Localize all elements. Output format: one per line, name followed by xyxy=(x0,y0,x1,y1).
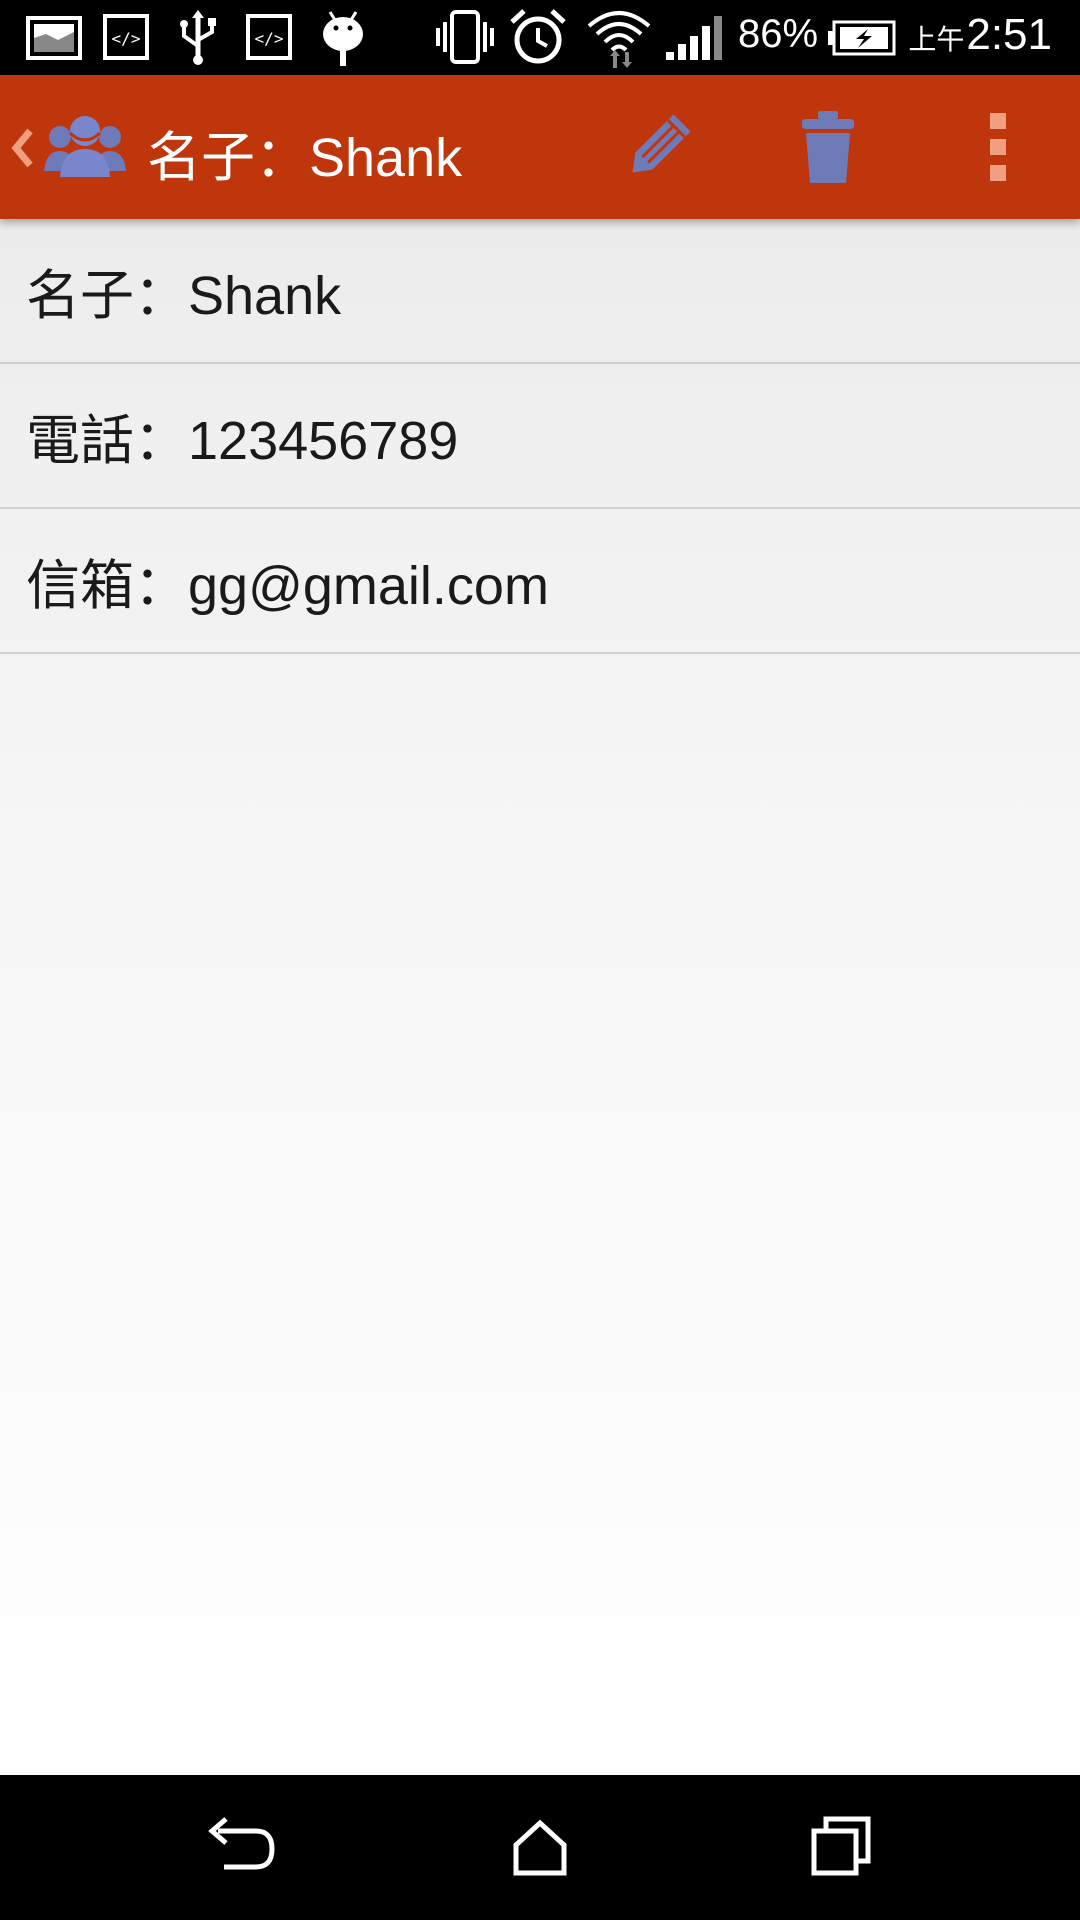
battery-charging-icon xyxy=(828,20,896,56)
clock: 上午2:51 xyxy=(908,10,1052,60)
usb-icon xyxy=(180,10,216,65)
contact-email-row[interactable]: 信箱：gg@gmail.com xyxy=(0,509,1080,654)
navigation-bar xyxy=(0,1775,1080,1920)
page-title: 名子：Shank xyxy=(147,128,463,188)
contact-name-row[interactable]: 名子：Shank xyxy=(0,219,1080,364)
up-chevron-icon[interactable] xyxy=(8,123,38,173)
code-icon: </> xyxy=(246,14,292,60)
contact-detail-list: 名子：Shank 電話：123456789 信箱：gg@gmail.com xyxy=(0,219,1080,1775)
delete-icon[interactable] xyxy=(788,107,868,187)
clock-ampm: 上午 xyxy=(908,24,965,55)
android-icon xyxy=(323,11,363,66)
edit-icon[interactable] xyxy=(618,107,698,187)
svg-text:</>: </> xyxy=(112,29,141,48)
code-icon: </> xyxy=(103,14,149,60)
svg-text:</>: </> xyxy=(255,29,284,48)
alarm-icon xyxy=(510,9,566,64)
overflow-menu-icon[interactable] xyxy=(958,107,1038,187)
contact-phone-row[interactable]: 電話：123456789 xyxy=(0,364,1080,509)
signal-icon xyxy=(666,16,722,60)
vibrate-icon xyxy=(436,10,494,64)
recents-icon[interactable] xyxy=(800,1807,880,1887)
clock-time: 2:51 xyxy=(966,10,1052,59)
battery-percentage: 86% xyxy=(738,12,819,56)
app-bar: 名子：Shank xyxy=(0,75,1080,219)
contacts-app-icon[interactable] xyxy=(42,111,128,181)
status-bar: </> </> 86% 上午2:51 xyxy=(0,0,1080,75)
wifi-icon xyxy=(587,11,651,68)
image-icon xyxy=(26,16,82,60)
back-icon[interactable] xyxy=(200,1807,280,1887)
home-icon[interactable] xyxy=(500,1807,580,1887)
